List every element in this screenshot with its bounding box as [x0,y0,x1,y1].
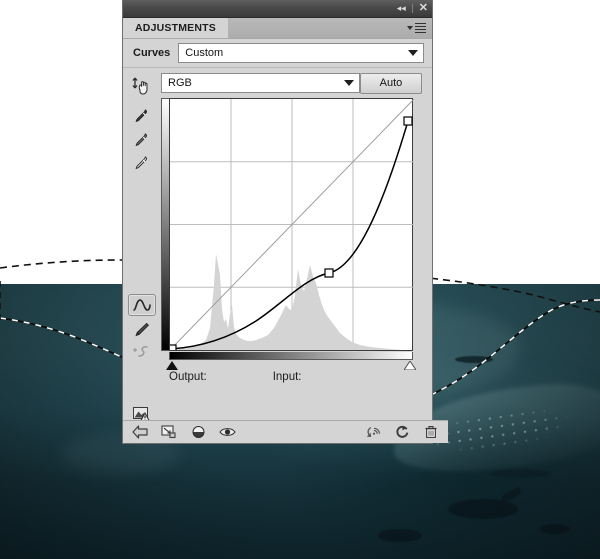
curves-editor-column: RGB Auto Output: Input: [161,68,432,424]
eye-icon [218,428,236,436]
pencil-draw-curve-tool[interactable] [129,320,155,340]
toggle-layer-mask-button[interactable] [189,424,207,440]
curves-tool-column [123,68,161,424]
titlebar-divider [411,4,413,13]
curves-plot [170,99,414,350]
eyedropper-icon [135,156,147,170]
panel-menu-button[interactable] [407,18,432,38]
eyedropper-icon [135,133,147,146]
panel-menu-icon [415,21,426,35]
trash-icon [425,426,437,438]
panel-body: RGB Auto Output: Input: [123,68,432,424]
preview-previous-state-button[interactable] [364,424,382,440]
auto-button-label: Auto [379,77,403,89]
panel-footer [123,420,448,443]
panel-tab-row: ADJUSTMENTS [123,18,432,39]
eyedropper-icon [135,109,147,122]
black-point-eyedropper[interactable] [129,107,155,127]
channel-dropdown[interactable]: RGB [161,73,360,93]
input-label: Input: [272,371,302,383]
output-label: Output: [169,371,207,383]
curve-point-black [170,344,177,350]
panel-titlebar: ◂◂ ✕ [123,0,432,18]
clip-layer-icon [160,425,176,439]
smooth-curve-icon [133,346,148,358]
on-image-adjust-tool[interactable] [129,76,155,98]
preset-value: Custom [185,47,224,59]
preset-dropdown[interactable]: Custom [178,43,424,63]
delete-adjustment-layer-button[interactable] [422,424,440,440]
preset-row: Curves Custom [123,39,432,68]
channel-value: RGB [168,77,192,89]
curve-point-mid [324,268,334,278]
collapse-to-icons-icon[interactable]: ◂◂ [397,4,406,13]
return-to-adjustment-list-button[interactable] [131,424,149,440]
smooth-curve-tool[interactable] [129,343,155,363]
clip-to-layer-button[interactable] [160,424,178,440]
white-point-slider[interactable] [404,361,416,370]
output-gradient-ramp [161,98,169,351]
reset-circle-icon [395,425,408,438]
curves-label: Curves [133,47,171,59]
white-point-eyedropper[interactable] [129,154,155,174]
curves-grid-area[interactable] [169,98,414,351]
channel-row: RGB Auto [161,68,422,98]
adjustments-panel: ◂◂ ✕ ADJUSTMENTS Curves Custom RGB Auto … [123,0,448,443]
reset-adjustment-button[interactable] [393,424,411,440]
toggle-layer-visibility-button[interactable] [218,424,236,440]
mask-toggle-icon [192,426,204,438]
panel-menu-caret-icon [407,26,413,30]
auto-button[interactable]: Auto [360,72,422,94]
curve-icon [133,299,151,311]
hand-arrows-icon [132,77,148,95]
edit-points-curve-tool[interactable] [128,294,156,316]
preview-previous-icon [366,427,380,437]
tab-adjustments[interactable]: ADJUSTMENTS [123,18,229,38]
curves-graph[interactable] [161,98,416,370]
close-icon[interactable]: ✕ [419,3,428,14]
tab-strip-filler [228,18,407,38]
gray-point-eyedropper[interactable] [129,131,155,151]
input-gradient-ramp [169,352,413,360]
tab-adjustments-label: ADJUSTMENTS [135,22,216,34]
curve-point-white [403,116,413,126]
chevron-down-icon [408,50,418,56]
left-arrow-icon [131,425,148,439]
black-point-slider[interactable] [166,361,178,370]
chevron-down-icon [344,80,354,86]
pencil-icon [135,322,149,337]
